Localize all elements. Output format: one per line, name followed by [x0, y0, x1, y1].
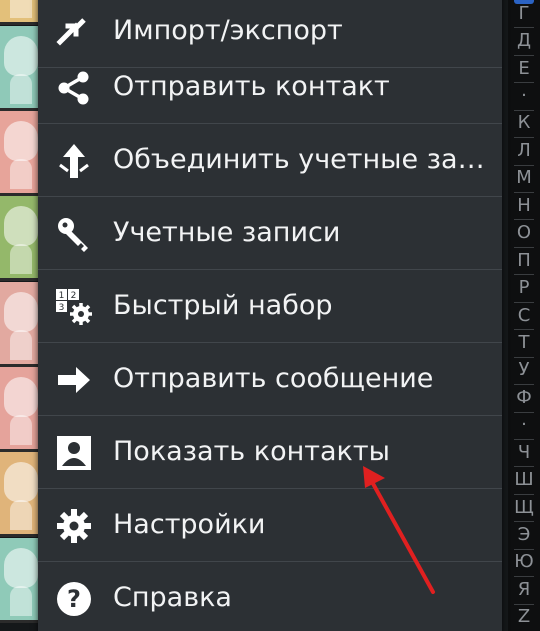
- contacts-screen: Г Д Е · К Л М Н О П Р С Т У Ф · Ч Ш Щ Э Ю Я Z Импорт/экспорт О…: [0, 0, 540, 631]
- index-letter[interactable]: П: [508, 250, 540, 272]
- index-divider: [514, 109, 534, 111]
- share-icon: [54, 68, 94, 108]
- svg-text:?: ?: [67, 585, 81, 613]
- avatar[interactable]: [0, 196, 40, 281]
- index-divider: [514, 274, 534, 276]
- index-letter[interactable]: Э: [508, 524, 540, 546]
- menu-item-label: Отправить контакт: [113, 71, 390, 102]
- index-divider: [514, 82, 534, 84]
- svg-text:1: 1: [59, 291, 65, 301]
- avatar[interactable]: [0, 282, 40, 367]
- menu-item-speed-dial[interactable]: 1 2 3 Быстрый набор: [38, 269, 502, 343]
- avatar[interactable]: [0, 26, 40, 111]
- index-letter[interactable]: Z: [508, 606, 540, 628]
- index-divider: [514, 548, 534, 550]
- notification-corner-icon: [514, 0, 534, 4]
- index-letter[interactable]: Ч: [508, 442, 540, 464]
- menu-item-accounts[interactable]: Учетные записи: [38, 196, 502, 270]
- menu-item-merge-accounts[interactable]: Объединить учетные за…: [38, 123, 502, 197]
- index-divider: [514, 54, 534, 56]
- annotation-arrow: [363, 466, 435, 594]
- key-icon: [54, 214, 94, 254]
- index-divider: [514, 356, 534, 358]
- index-divider: [514, 576, 534, 578]
- index-letter[interactable]: У: [508, 359, 540, 381]
- index-letter[interactable]: ·: [508, 414, 540, 436]
- index-letter[interactable]: Щ: [508, 497, 540, 519]
- contact-card-icon: [54, 433, 94, 473]
- avatar[interactable]: [0, 111, 40, 196]
- index-letter[interactable]: Р: [508, 277, 540, 299]
- index-letter[interactable]: К: [508, 112, 540, 134]
- index-divider: [514, 466, 534, 468]
- menu-item-label: Быстрый набор: [113, 290, 333, 321]
- index-divider: [514, 164, 534, 166]
- arrow-right-icon: [54, 360, 94, 400]
- menu-item-send-message[interactable]: Отправить сообщение: [38, 342, 502, 416]
- index-divider: [514, 438, 534, 440]
- index-letter[interactable]: ·: [508, 85, 540, 107]
- index-divider: [514, 137, 534, 139]
- index-letter[interactable]: Л: [508, 140, 540, 162]
- index-divider: [514, 384, 534, 386]
- index-letter[interactable]: Г: [508, 3, 540, 25]
- menu-item-label: Учетные записи: [113, 217, 341, 248]
- menu-item-label: Объединить учетные за…: [113, 144, 485, 175]
- help-icon: ?: [54, 579, 94, 619]
- index-divider: [514, 329, 534, 331]
- index-divider: [514, 219, 534, 221]
- index-letter[interactable]: Ф: [508, 387, 540, 409]
- alphabet-index[interactable]: Г Д Е · К Л М Н О П Р С Т У Ф · Ч Ш Щ Э Ю Я Z: [508, 0, 540, 631]
- speed-dial-icon: 1 2 3: [54, 287, 94, 327]
- import-export-icon: [54, 12, 94, 52]
- index-divider: [514, 521, 534, 523]
- index-letter[interactable]: Н: [508, 195, 540, 217]
- index-divider: [514, 301, 534, 303]
- index-letter[interactable]: С: [508, 305, 540, 327]
- index-letter[interactable]: Т: [508, 332, 540, 354]
- index-divider: [514, 246, 534, 248]
- index-letter[interactable]: Ш: [508, 469, 540, 491]
- index-letter[interactable]: Ю: [508, 551, 540, 573]
- index-letter[interactable]: М: [508, 167, 540, 189]
- index-letter[interactable]: Д: [508, 30, 540, 52]
- index-divider: [514, 603, 534, 605]
- gear-icon: [54, 506, 94, 546]
- menu-item-label: Отправить сообщение: [113, 363, 434, 394]
- index-letter[interactable]: Я: [508, 579, 540, 601]
- index-letter[interactable]: Е: [508, 58, 540, 80]
- merge-icon: [54, 141, 94, 181]
- index-divider: [514, 493, 534, 495]
- contact-avatar-list: [0, 0, 40, 631]
- avatar[interactable]: [0, 452, 40, 537]
- avatar[interactable]: [0, 0, 40, 25]
- svg-text:2: 2: [71, 291, 77, 301]
- index-divider: [514, 27, 534, 29]
- index-divider: [514, 411, 534, 413]
- avatar[interactable]: [0, 367, 40, 452]
- menu-item-share-contact[interactable]: Отправить контакт: [38, 50, 502, 124]
- index-letter[interactable]: О: [508, 222, 540, 244]
- avatar[interactable]: [0, 538, 40, 623]
- index-divider: [514, 192, 534, 194]
- svg-text:3: 3: [59, 303, 65, 313]
